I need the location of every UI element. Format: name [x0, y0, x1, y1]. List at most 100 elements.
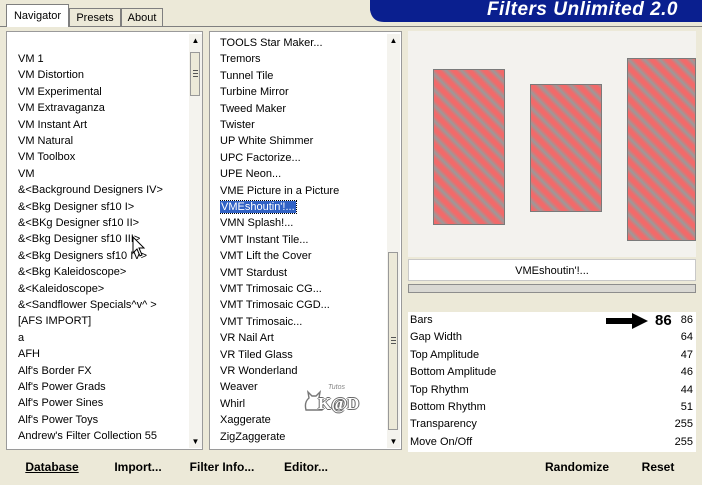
filter-item[interactable]: VR Nail Art	[220, 330, 274, 346]
filter-name-text: VMEshoutin'!...	[515, 265, 589, 277]
filter-item[interactable]: VMN Splash!...	[220, 215, 293, 231]
category-item[interactable]: Alf's Border FX	[18, 363, 92, 379]
filter-item[interactable]: VMT Lift the Cover	[220, 248, 312, 264]
category-item-label: Alf's Border FX	[18, 364, 92, 377]
category-item[interactable]: Alf's Power Sines	[18, 395, 103, 411]
category-item[interactable]: &<Background Designers IV>	[18, 182, 163, 198]
filter-item[interactable]: VMT Trimosaic CG...	[220, 281, 322, 297]
filter-item[interactable]: Tweed Maker	[220, 101, 286, 117]
param-value: 51	[680, 401, 693, 413]
filter-item[interactable]: VMT Trimosaic...	[220, 314, 302, 330]
filter-item[interactable]: Whirl	[220, 396, 245, 412]
filter-item[interactable]: Turbine Mirror	[220, 84, 289, 100]
category-item[interactable]: VM Experimental	[18, 84, 102, 100]
category-item[interactable]: AFH	[18, 346, 40, 362]
filter-item-label: VMT Trimosaic CG...	[220, 283, 322, 295]
tab-about[interactable]: About	[121, 8, 163, 26]
filter-item-label: Tremors	[220, 53, 261, 66]
category-item[interactable]: VM Instant Art	[18, 117, 87, 133]
filter-item[interactable]: VMT Stardust	[220, 265, 287, 281]
filter-item-label: VMT Stardust	[220, 266, 288, 279]
editor-button[interactable]: Editor...	[282, 457, 330, 477]
param-label: Transparency	[410, 418, 477, 431]
filter-item[interactable]: Tunnel Tile	[220, 68, 273, 84]
param-row-bars[interactable]: Bars 86	[408, 312, 695, 329]
tab-navigator[interactable]: Navigator	[6, 4, 69, 27]
filter-scrollbar[interactable]: ▲ ▼	[387, 34, 400, 448]
scroll-down-icon[interactable]: ▼	[189, 435, 202, 448]
database-button[interactable]: Database	[20, 457, 84, 477]
category-item[interactable]: VM Toolbox	[18, 149, 75, 165]
filter-item-label: UP White Shimmer	[220, 135, 314, 148]
category-item[interactable]: Alf's Power Toys	[18, 412, 98, 428]
filter-item[interactable]: UPC Factorize...	[220, 150, 301, 166]
filter-list[interactable]: TOOLS Star Maker... Tremors Tunnel Tile Tur…	[209, 31, 402, 450]
category-item[interactable]: a	[18, 330, 24, 346]
category-item-label: &<Background Designers IV>	[18, 184, 163, 197]
filter-item[interactable]: VMT Instant Tile...	[220, 232, 308, 248]
category-list[interactable]: VM 1 VM Distortion VM Experimental VM Extra…	[6, 31, 203, 450]
filter-item[interactable]: ZigZaggerate	[220, 429, 285, 445]
filter-item[interactable]: UPE Neon...	[220, 166, 281, 182]
filter-item[interactable]: Tremors	[220, 51, 261, 67]
category-item[interactable]: VM Distortion	[18, 67, 84, 83]
category-item[interactable]: &<Bkg Designer sf10 III>	[18, 231, 140, 247]
category-item-label: &<Bkg Designer sf10 III>	[18, 233, 141, 246]
filter-item-label: VR Wonderland	[220, 365, 298, 377]
param-row-top-amplitude[interactable]: Top Amplitude 47	[408, 347, 695, 364]
filter-item[interactable]: VMT Trimosaic CGD...	[220, 297, 330, 313]
filter-item[interactable]: Twister	[220, 117, 255, 133]
param-row-bottom-rhythm[interactable]: Bottom Rhythm 51	[408, 399, 695, 416]
category-scroll-thumb[interactable]	[190, 52, 200, 96]
param-row-bottom-amplitude[interactable]: Bottom Amplitude 46	[408, 364, 695, 381]
reset-label: Reset	[641, 460, 675, 474]
category-item[interactable]: [AFS IMPORT]	[18, 313, 91, 329]
tab-label: About	[127, 12, 157, 24]
category-item[interactable]: Andrew's Filter Collection 55	[18, 428, 157, 444]
category-item[interactable]: &<Bkg Kaleidoscope>	[18, 264, 126, 280]
filter-item-selected[interactable]: VMEshoutin'!...	[220, 199, 297, 215]
filter-info-button[interactable]: Filter Info...	[188, 457, 256, 477]
category-item-label: VM Distortion	[18, 69, 85, 82]
param-row-gap-width[interactable]: Gap Width 64	[408, 329, 695, 346]
scroll-up-icon[interactable]: ▲	[189, 34, 202, 47]
category-scrollbar[interactable]: ▲ ▼	[189, 34, 202, 448]
filter-item-label: VR Tiled Glass	[220, 348, 293, 361]
param-label: Top Rhythm	[410, 383, 469, 396]
randomize-button[interactable]: Randomize	[542, 457, 612, 477]
filter-item[interactable]: VR Wonderland	[220, 363, 297, 379]
category-item[interactable]: &<Sandflower Specials^v^ >	[18, 297, 157, 313]
param-row-transparency[interactable]: Transparency 255	[408, 416, 695, 433]
category-item[interactable]: &<BKg Designer sf10 II>	[18, 215, 139, 231]
category-item-label: VM Extravaganza	[18, 102, 105, 115]
filter-item[interactable]: VR Tiled Glass	[220, 347, 293, 363]
param-row-move-on-off[interactable]: Move On/Off 255	[408, 434, 695, 451]
filter-item[interactable]: VME Picture in a Picture	[220, 183, 339, 199]
scroll-down-icon[interactable]: ▼	[387, 435, 400, 448]
filter-item[interactable]: UP White Shimmer	[220, 133, 313, 149]
filter-scroll-thumb[interactable]	[388, 252, 398, 430]
tab-presets[interactable]: Presets	[69, 8, 121, 26]
category-item[interactable]: VM	[18, 166, 35, 182]
reset-button[interactable]: Reset	[638, 457, 678, 477]
left-button-bar: Database Import... Filter Info... Editor…	[6, 455, 403, 479]
category-item[interactable]: VM Natural	[18, 133, 73, 149]
import-button[interactable]: Import...	[110, 457, 166, 477]
category-item[interactable]: VM 1	[18, 51, 44, 67]
filter-info-label: Filter Info...	[189, 460, 255, 474]
import-label: Import...	[114, 460, 162, 474]
scroll-up-icon[interactable]: ▲	[387, 34, 400, 47]
category-item[interactable]: VM Extravaganza	[18, 100, 105, 116]
mouse-cursor-icon	[132, 236, 146, 257]
category-item[interactable]: &<Bkg Designers sf10 IV>	[18, 248, 147, 264]
filter-item[interactable]: Xaggerate	[220, 412, 271, 428]
randomize-label: Randomize	[544, 460, 609, 474]
category-item[interactable]: &<Bkg Designer sf10 I>	[18, 199, 134, 215]
parameter-panel: Bars 86 Gap Width 64 Top Amplitude 47 Bottom A…	[408, 312, 696, 452]
param-row-top-rhythm[interactable]: Top Rhythm 44	[408, 382, 695, 399]
category-item[interactable]: &<Kaleidoscope>	[18, 281, 104, 297]
filter-item[interactable]: Weaver	[220, 379, 258, 395]
category-item[interactable]: Alf's Power Grads	[18, 379, 106, 395]
filter-item[interactable]: TOOLS Star Maker...	[220, 35, 323, 51]
watermark-logo: Tutos K@D	[302, 384, 372, 424]
